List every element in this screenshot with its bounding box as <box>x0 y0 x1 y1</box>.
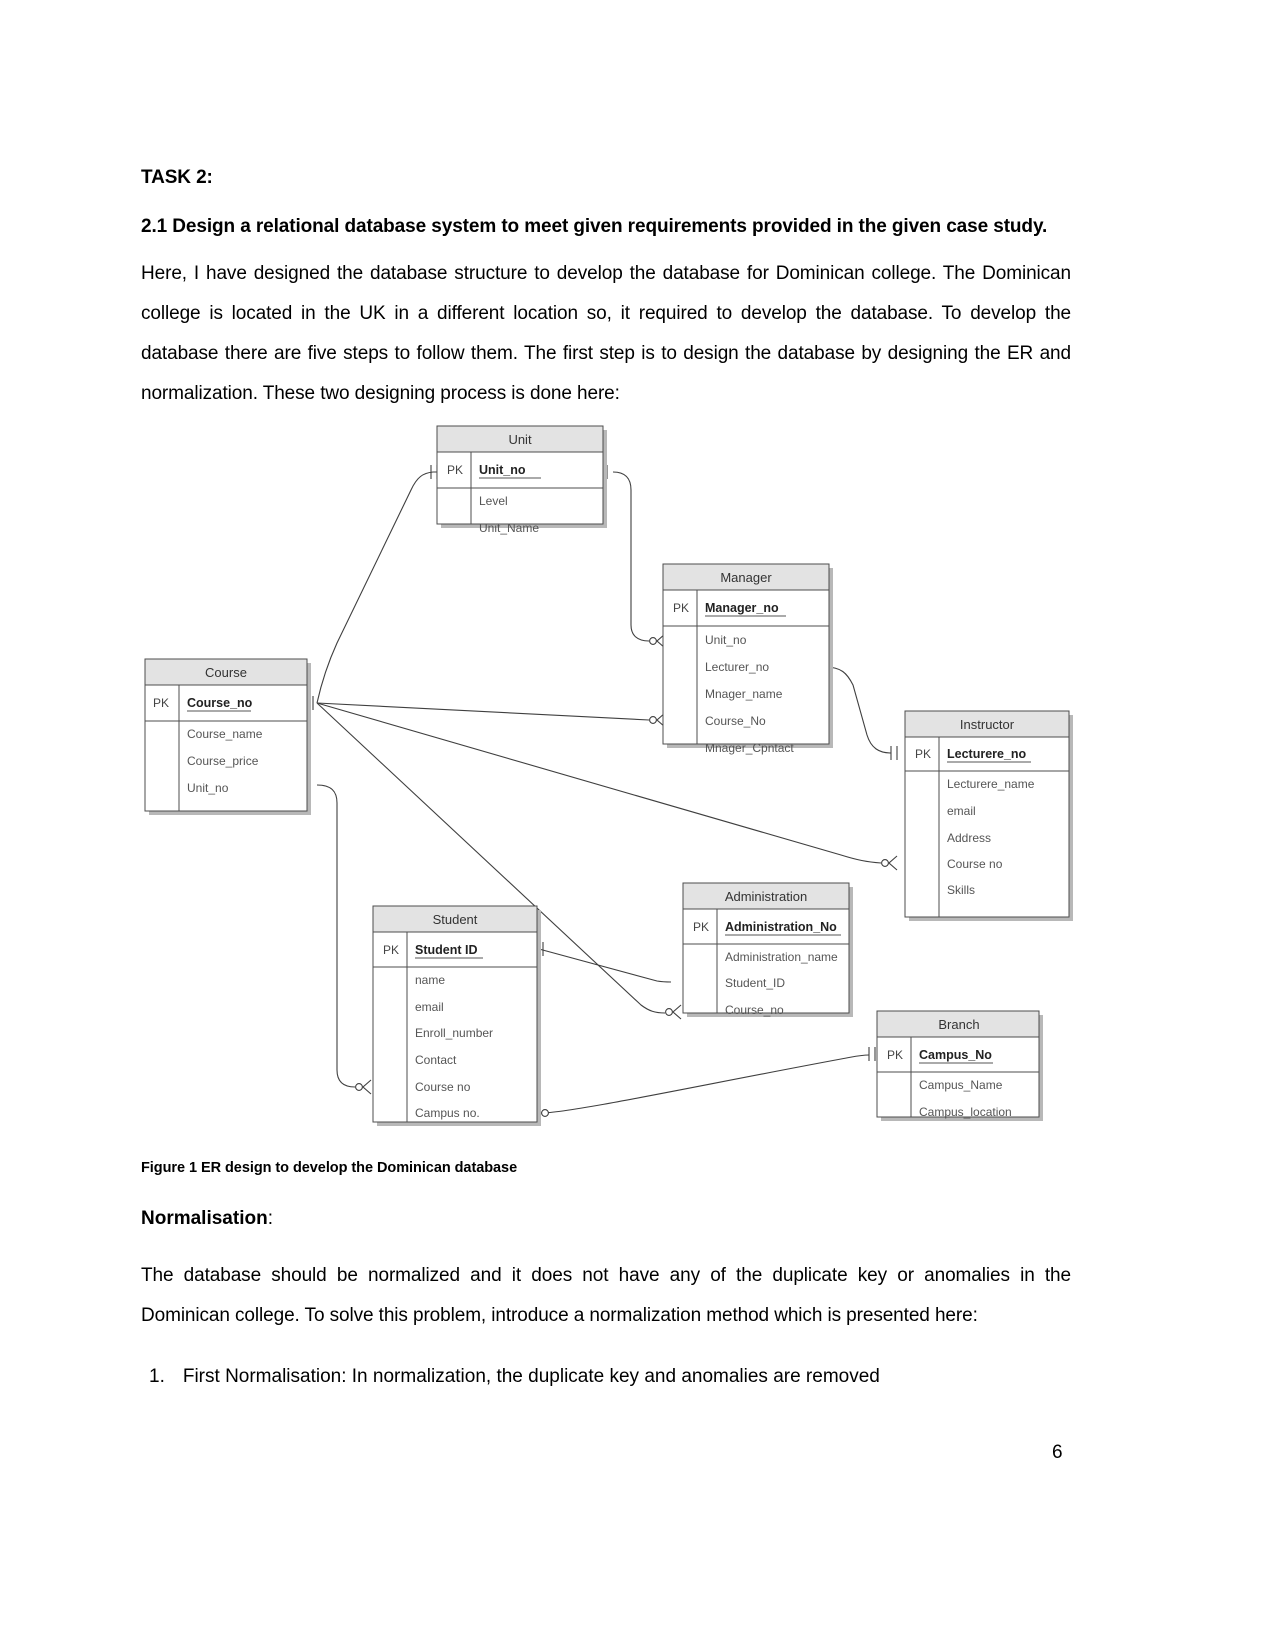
connector-manager-instructor <box>824 666 892 754</box>
entity-course[interactable]: Course PK Course_no Course_name Course_p… <box>144 658 311 815</box>
pk-label: PK <box>153 696 169 710</box>
connector-course-student <box>316 784 356 1088</box>
pk-label: PK <box>693 920 709 934</box>
entity-title: Instructor <box>960 717 1015 732</box>
pk-name: Student ID <box>415 943 478 957</box>
connector-student-administration <box>538 948 672 983</box>
entity-attribute: Lecturer_no <box>705 660 769 674</box>
pk-label: PK <box>447 463 463 477</box>
list-item: 1. First Normalisation: In normalization… <box>141 1362 1071 1392</box>
task-heading: TASK 2: <box>141 167 213 188</box>
pk-name: Unit_no <box>479 463 526 477</box>
entity-attribute: Campus_location <box>919 1105 1012 1119</box>
entity-attribute: Enroll_number <box>415 1026 493 1040</box>
entity-attribute: Unit_no <box>187 781 229 795</box>
entity-attribute: Contact <box>415 1053 457 1067</box>
entity-attribute: email <box>947 804 976 818</box>
entity-title: Student <box>433 912 478 927</box>
pk-name: Course_no <box>187 696 253 710</box>
entity-attribute: Campus_Name <box>919 1078 1003 1092</box>
pk-label: PK <box>887 1048 903 1062</box>
entity-attribute: Lecturere_name <box>947 777 1035 791</box>
entity-attribute: Unit_Name <box>479 521 539 535</box>
entity-attribute: Course no <box>415 1080 471 1094</box>
entity-attribute: email <box>415 1000 444 1014</box>
pk-label: PK <box>915 747 931 761</box>
document-content-lower: Figure 1 ER design to develop the Domini… <box>141 1160 1071 1392</box>
pk-name: Manager_no <box>705 601 779 615</box>
entity-title: Unit <box>508 432 532 447</box>
connector-course-unit <box>316 471 449 704</box>
list-item-text: First Normalisation: In normalization, t… <box>182 1366 880 1387</box>
entity-attribute: Course_price <box>187 754 259 768</box>
entity-attribute: name <box>415 973 445 987</box>
document-content: TASK 2: 2.1 Design a relational database… <box>141 0 1071 414</box>
pk-name: Administration_No <box>725 920 837 934</box>
entity-attribute: Course_No <box>705 714 766 728</box>
entity-title: Administration <box>725 889 807 904</box>
entity-attribute: Level <box>479 494 508 508</box>
pk-label: PK <box>383 943 399 957</box>
normalisation-heading-colon: : <box>267 1208 273 1229</box>
entity-title: Branch <box>938 1017 979 1032</box>
entity-manager[interactable]: Manager PK Manager_no Unit_no Lecturer_n… <box>662 563 833 755</box>
connector-unit-manager <box>612 471 650 642</box>
entity-title: Manager <box>720 570 772 585</box>
entity-attribute: Administration_name <box>725 950 838 964</box>
er-diagram: Unit PK Unit_no Level Unit_Name Manager … <box>141 415 1101 1135</box>
entity-attribute: Skills <box>947 883 975 897</box>
connector-student-branch <box>540 1054 870 1114</box>
normalisation-heading: Normalisation: <box>141 1208 1071 1230</box>
pk-name: Campus_No <box>919 1048 992 1062</box>
normalisation-paragraph: The database should be normalized and it… <box>141 1265 1071 1326</box>
normalisation-heading-text: Normalisation <box>141 1208 268 1229</box>
pk-name: Lecturere_no <box>947 747 1027 761</box>
entity-attribute: Address <box>947 831 991 845</box>
entity-attribute: Mnager_name <box>705 687 783 701</box>
entity-instructor[interactable]: Instructor PK Lecturere_no Lecturere_nam… <box>904 710 1073 921</box>
intro-paragraph: Here, I have designed the database struc… <box>141 263 1071 404</box>
document-page: TASK 2: 2.1 Design a relational database… <box>0 0 1275 1650</box>
pk-label: PK <box>673 601 689 615</box>
list-item-number: 1. <box>149 1366 165 1387</box>
entity-title: Course <box>205 665 247 680</box>
section-heading: 2.1 Design a relational database system … <box>141 216 1048 237</box>
figure-caption: Figure 1 ER design to develop the Domini… <box>141 1160 518 1176</box>
entity-attribute: Campus no. <box>415 1106 480 1120</box>
entity-branch[interactable]: Branch PK Campus_No Campus_Name Campus_l… <box>876 1010 1043 1121</box>
entity-attribute: Course_no <box>725 1003 784 1017</box>
entity-unit[interactable]: Unit PK Unit_no Level Unit_Name <box>436 425 607 535</box>
entity-attribute: Course no <box>947 857 1003 871</box>
entity-student[interactable]: Student PK Student ID name email Enroll_… <box>372 905 541 1126</box>
entity-attribute: Course_name <box>187 727 263 741</box>
entity-administration[interactable]: Administration PK Administration_No Admi… <box>682 882 853 1017</box>
page-number: 6 <box>1052 1442 1063 1463</box>
entity-attribute: Student_ID <box>725 976 785 990</box>
entity-attribute: Unit_no <box>705 633 747 647</box>
entity-attribute: Mnager_Cpntact <box>705 741 794 755</box>
